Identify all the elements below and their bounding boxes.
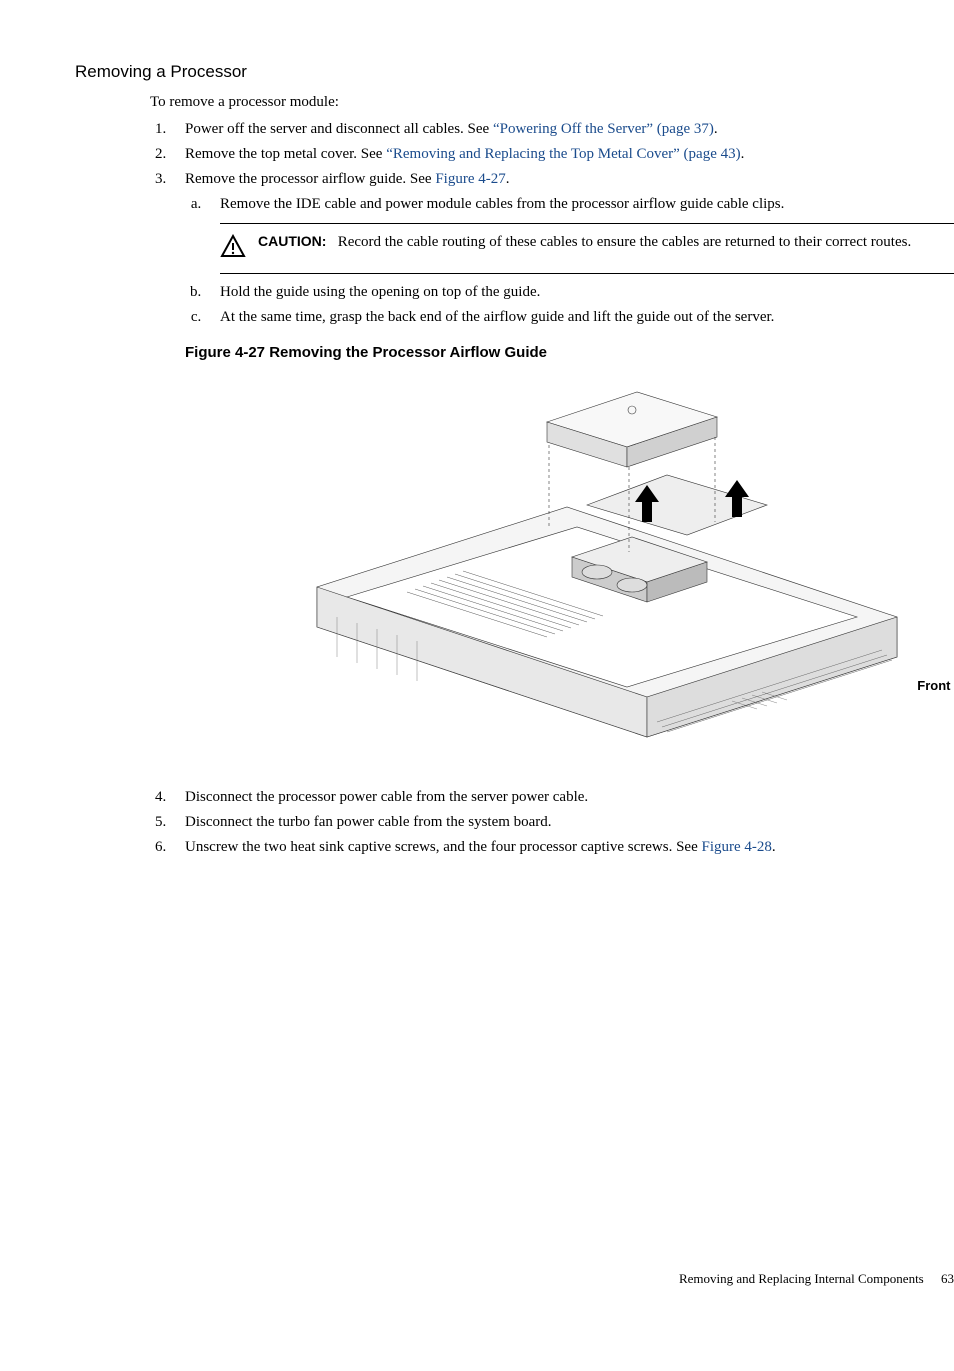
caution-text-container: CAUTION: Record the cable routing of the… (258, 232, 954, 253)
step-3-text-post: . (506, 171, 510, 187)
step-2-text-pre: Remove the top metal cover. See (185, 146, 386, 162)
figure-caption: Figure 4-27 Removing the Processor Airfl… (185, 342, 954, 363)
step-3-text-pre: Remove the processor airflow guide. See (185, 171, 435, 187)
step-2-text-post: . (741, 146, 745, 162)
step-1-text-post: . (714, 121, 718, 137)
figure-front-label: Front of server (917, 677, 954, 695)
step-5: Disconnect the turbo fan power cable fro… (170, 812, 954, 833)
step-3c: At the same time, grasp the back end of … (205, 307, 954, 328)
step-3-substeps-cont: Hold the guide using the opening on top … (185, 282, 954, 328)
step-1: Power off the server and disconnect all … (170, 119, 954, 140)
step-3: Remove the processor airflow guide. See … (170, 169, 954, 767)
step-3-substeps: Remove the IDE cable and power module ca… (185, 194, 954, 215)
caution-label: CAUTION: (258, 233, 326, 249)
section-heading: Removing a Processor (75, 60, 954, 84)
step-3b: Hold the guide using the opening on top … (205, 282, 954, 303)
link-figure-4-27[interactable]: Figure 4-27 (435, 171, 505, 187)
caution-box: CAUTION: Record the cable routing of the… (220, 223, 954, 274)
step-1-text-pre: Power off the server and disconnect all … (185, 121, 493, 137)
page-footer: Removing and Replacing Internal Componen… (679, 1270, 954, 1288)
footer-text: Removing and Replacing Internal Componen… (679, 1271, 924, 1286)
step-4: Disconnect the processor power cable fro… (170, 787, 954, 808)
step-6: Unscrew the two heat sink captive screws… (170, 837, 954, 858)
figure-4-27: Front of server (185, 367, 954, 767)
step-2: Remove the top metal cover. See “Removin… (170, 144, 954, 165)
intro-text: To remove a processor module: (150, 92, 954, 113)
caution-body: Record the cable routing of these cables… (338, 234, 912, 250)
step-3a: Remove the IDE cable and power module ca… (205, 194, 954, 215)
caution-text (330, 234, 338, 250)
link-figure-4-28[interactable]: Figure 4-28 (702, 839, 772, 855)
page-number: 63 (941, 1271, 954, 1286)
link-powering-off[interactable]: “Powering Off the Server” (page 37) (493, 121, 714, 137)
server-diagram (287, 367, 927, 757)
step-6-text-post: . (772, 839, 776, 855)
link-top-metal-cover[interactable]: “Removing and Replacing the Top Metal Co… (386, 146, 740, 162)
step-list: Power off the server and disconnect all … (150, 119, 954, 858)
step-6-text-pre: Unscrew the two heat sink captive screws… (185, 839, 702, 855)
warning-icon (220, 234, 246, 265)
